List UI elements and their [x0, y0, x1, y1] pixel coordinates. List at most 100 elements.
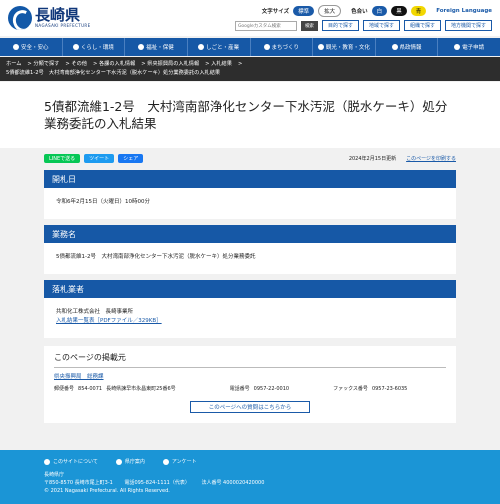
- address: 長崎県諫早市永昌東町25番6号: [106, 386, 176, 392]
- winner-heading: 落札業者: [44, 280, 456, 298]
- site-footer: このサイトについて 県庁案内 アンケート 長崎県庁 〒850-8570 長崎市尾…: [0, 450, 500, 504]
- contact-details: 郵便番号 854-0071 長崎県諫早市永昌東町25番6号 電話番号 0957-…: [54, 384, 446, 393]
- nav-item-government[interactable]: 県政情報: [376, 38, 439, 56]
- updated-date: 2024年2月15日更新: [348, 155, 397, 162]
- computer-icon: [454, 44, 461, 50]
- tweet-button[interactable]: ツイート: [84, 153, 115, 163]
- heart-icon: [138, 44, 145, 50]
- breadcrumb-item[interactable]: 分類で探す: [33, 61, 59, 67]
- nav-item-living[interactable]: くらし・環境: [63, 38, 126, 56]
- footer-address: 〒850-8570 長崎市尾上町3-1: [44, 480, 113, 486]
- postal-code: 854-0071: [78, 385, 103, 392]
- color-blue-button[interactable]: 青: [410, 6, 427, 16]
- building-icon: [263, 44, 270, 50]
- survey-icon: [162, 458, 169, 465]
- global-nav: 安全・安心 くらし・環境 福祉・保健 しごと・産業 まちづくり 観光・教育・文化…: [0, 38, 500, 56]
- winner-section: 落札業者 共和化工株式会社 長崎事業所 入札結果一覧表［PDFファイル／329K…: [44, 280, 456, 338]
- work-name-heading: 業務名: [44, 225, 456, 243]
- shield-icon: [13, 44, 20, 50]
- main-content: LINEで送る ツイート シェア 2024年2月15日更新 このページを印刷する…: [44, 150, 456, 423]
- bid-date-section: 開札日 令和6年2月15日（火曜日）10時00分: [44, 170, 456, 219]
- bid-date-text: 令和6年2月15日（火曜日）10時00分: [56, 199, 150, 205]
- nav-item-label: 県政情報: [399, 45, 422, 51]
- nav-item-label: 安全・安心: [21, 45, 49, 51]
- text-size-standard-button[interactable]: 標準: [293, 6, 315, 16]
- search-button[interactable]: 検索: [300, 20, 318, 31]
- search-by-org-button[interactable]: 組織で探す: [403, 20, 441, 31]
- facebook-share-button[interactable]: シェア: [118, 153, 144, 163]
- leaf-icon: [72, 44, 79, 50]
- document-icon: [391, 44, 398, 50]
- site-logo[interactable]: 長崎県 NAGASAKI PREFECTURE: [8, 6, 91, 30]
- nav-item-label: くらし・環境: [80, 45, 114, 51]
- fax-label: ファックス番号: [333, 386, 368, 392]
- footer-office-guide-link[interactable]: 県庁案内: [115, 458, 145, 465]
- color-white-button[interactable]: 白: [371, 6, 388, 16]
- building-icon: [115, 458, 122, 465]
- nav-item-safety[interactable]: 安全・安心: [0, 38, 63, 56]
- logo-subtitle: NAGASAKI PREFECTURE: [35, 23, 91, 28]
- breadcrumb-current: 5債都流維1-2号 大村湾南部浄化センター下水汚泥（脱水ケーキ）処分業務委託の入…: [6, 70, 221, 76]
- print-page-link[interactable]: このページを印刷する: [406, 155, 456, 162]
- postal-label: 郵便番号: [54, 386, 75, 392]
- contact-heading: このページの掲載元: [54, 352, 446, 368]
- copyright: © 2021 Nagasaki Prefectural. All Rights …: [44, 488, 170, 494]
- nav-item-label: 福祉・保健: [146, 45, 174, 51]
- nav-item-town[interactable]: まちづくり: [251, 38, 314, 56]
- tel-label: 電話番号: [229, 386, 250, 392]
- work-name-section: 業務名 5債都流維1-2号 大村湾南部浄化センター下水汚泥（脱水ケーキ）処分業務…: [44, 225, 456, 274]
- search-input[interactable]: Googleカスタム検索: [234, 20, 297, 31]
- footer-corp-number: 法人番号 4000020420000: [201, 480, 265, 486]
- nav-item-e-application[interactable]: 電子申請: [438, 38, 500, 56]
- color-black-button[interactable]: 黒: [391, 6, 407, 16]
- search-by-local-office-button[interactable]: 地方機関で探す: [444, 20, 492, 31]
- question-button[interactable]: このページへの質問はこちらから: [190, 401, 310, 413]
- text-size-large-button[interactable]: 拡大: [318, 5, 342, 17]
- breadcrumb-item[interactable]: 各課の入札情報: [99, 61, 135, 67]
- briefcase-icon: [198, 44, 205, 50]
- info-icon: [44, 458, 50, 465]
- nav-item-label: しごと・産業: [206, 45, 240, 51]
- text-size-label: 文字サイズ: [261, 9, 290, 15]
- title-area: 5債都流維1-2号 大村湾南部浄化センター下水汚泥（脱水ケーキ）処分業務委託の入…: [0, 82, 500, 148]
- header-search-row: Googleカスタム検索 検索 目的で探す 地域で探す 組織で探す 地方機関で探…: [234, 20, 492, 31]
- footer-phone: 電話095-824-1111（代表）: [124, 480, 190, 486]
- line-share-button[interactable]: LINEで送る: [44, 153, 81, 163]
- footer-link-label: このサイトについて: [53, 459, 98, 465]
- search-by-region-button[interactable]: 地域で探す: [362, 20, 400, 31]
- contact-box: このページの掲載元 県央振興局 総務課 郵便番号 854-0071 長崎県諫早市…: [44, 346, 456, 423]
- work-name-text: 5債都流維1-2号 大村湾南部浄化センター下水汚泥（脱水ケーキ）処分業務委託: [56, 254, 256, 260]
- fax-number: 0957-23-6035: [371, 385, 408, 392]
- winner-text: 共和化工株式会社 長崎事業所: [56, 309, 134, 315]
- page-title: 5債都流維1-2号 大村湾南部浄化センター下水汚泥（脱水ケーキ）処分業務委託の入…: [44, 99, 448, 131]
- nav-item-welfare[interactable]: 福祉・保健: [125, 38, 188, 56]
- breadcrumb-home[interactable]: ホーム: [6, 61, 21, 67]
- nav-item-label: 観光・教育・文化: [325, 45, 370, 51]
- breadcrumb-item[interactable]: その他: [71, 61, 87, 67]
- footer-link-label: 県庁案内: [124, 459, 145, 465]
- footer-survey-link[interactable]: アンケート: [162, 458, 197, 465]
- foreign-language-link[interactable]: Foreign Language: [436, 8, 492, 14]
- nav-item-label: まちづくり: [271, 45, 300, 51]
- accessibility-bar: 文字サイズ 標準 拡大 色合い 白 黒 青 Foreign Language: [262, 5, 492, 17]
- logo-title: 長崎県: [35, 6, 81, 24]
- breadcrumb-item[interactable]: 入札結果: [211, 61, 232, 67]
- breadcrumb: ホーム > 分類で探す > その他 > 各課の入札情報 > 県央振興局の入札情報 > 入札…: [0, 57, 500, 81]
- nav-item-label: 電子申請: [462, 45, 485, 51]
- footer-about-link[interactable]: このサイトについて: [44, 458, 98, 465]
- search-by-purpose-button[interactable]: 目的で探す: [321, 20, 359, 31]
- results-pdf-link[interactable]: 入札結果一覧表［PDFファイル／329KB］: [56, 317, 444, 326]
- share-bar: LINEで送る ツイート シェア 2024年2月15日更新 このページを印刷する: [44, 150, 456, 166]
- breadcrumb-item[interactable]: 県央振興局の入札情報: [147, 61, 199, 67]
- star-icon: [317, 44, 324, 50]
- footer-link-label: アンケート: [171, 459, 197, 465]
- footer-org-name: 長崎県庁: [44, 472, 65, 478]
- color-label: 色合い: [351, 9, 368, 15]
- prefecture-emblem-icon: [8, 6, 32, 30]
- tel-number: 0957-22-0010: [253, 385, 290, 392]
- nav-item-tourism[interactable]: 観光・教育・文化: [313, 38, 376, 56]
- site-header: 長崎県 NAGASAKI PREFECTURE 文字サイズ 標準 拡大 色合い …: [0, 0, 500, 36]
- bid-date-heading: 開札日: [44, 170, 456, 188]
- contact-dept-link[interactable]: 県央振興局 総務課: [54, 372, 446, 380]
- nav-item-work[interactable]: しごと・産業: [188, 38, 251, 56]
